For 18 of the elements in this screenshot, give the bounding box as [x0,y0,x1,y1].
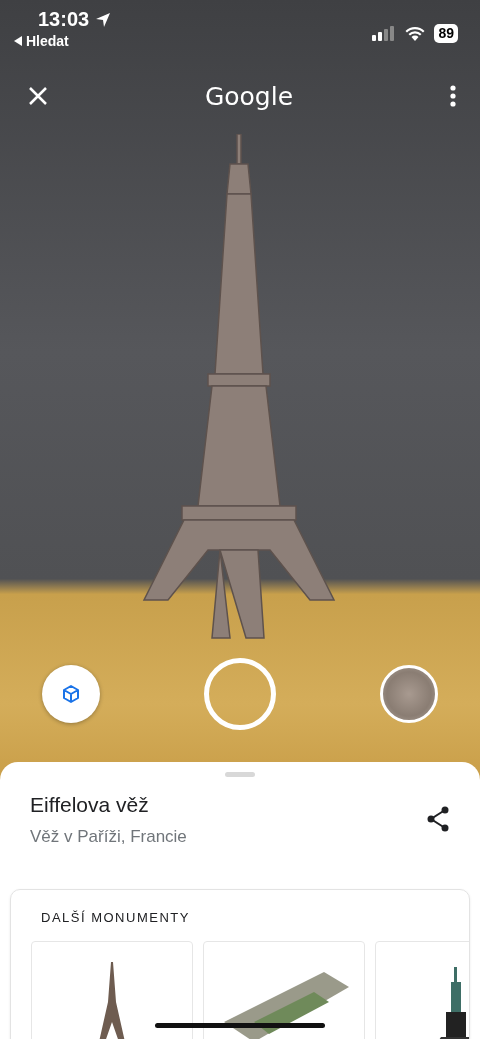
share-icon [426,805,450,832]
gallery-thumbnail-button[interactable] [380,665,438,723]
cube-icon [61,684,81,704]
close-icon[interactable] [28,86,48,106]
status-time: 13:03 [38,8,90,31]
3d-view-button[interactable] [42,665,100,723]
section-heading: DALŠÍ MONUMENTY [41,910,191,925]
app-title: Google [204,81,294,111]
wifi-icon [404,25,427,41]
back-link[interactable]: Hledat [26,33,69,49]
location-arrow-icon [95,11,112,28]
more-menu-icon[interactable] [450,85,456,107]
place-subtitle: Věž v Paříži, Francie [30,827,187,847]
place-title: Eiffelova věž [30,793,150,817]
battery-level: 89 [434,23,458,43]
back-triangle-icon [14,36,22,46]
signal-icon [372,25,397,41]
sheet-handle[interactable] [225,772,255,777]
